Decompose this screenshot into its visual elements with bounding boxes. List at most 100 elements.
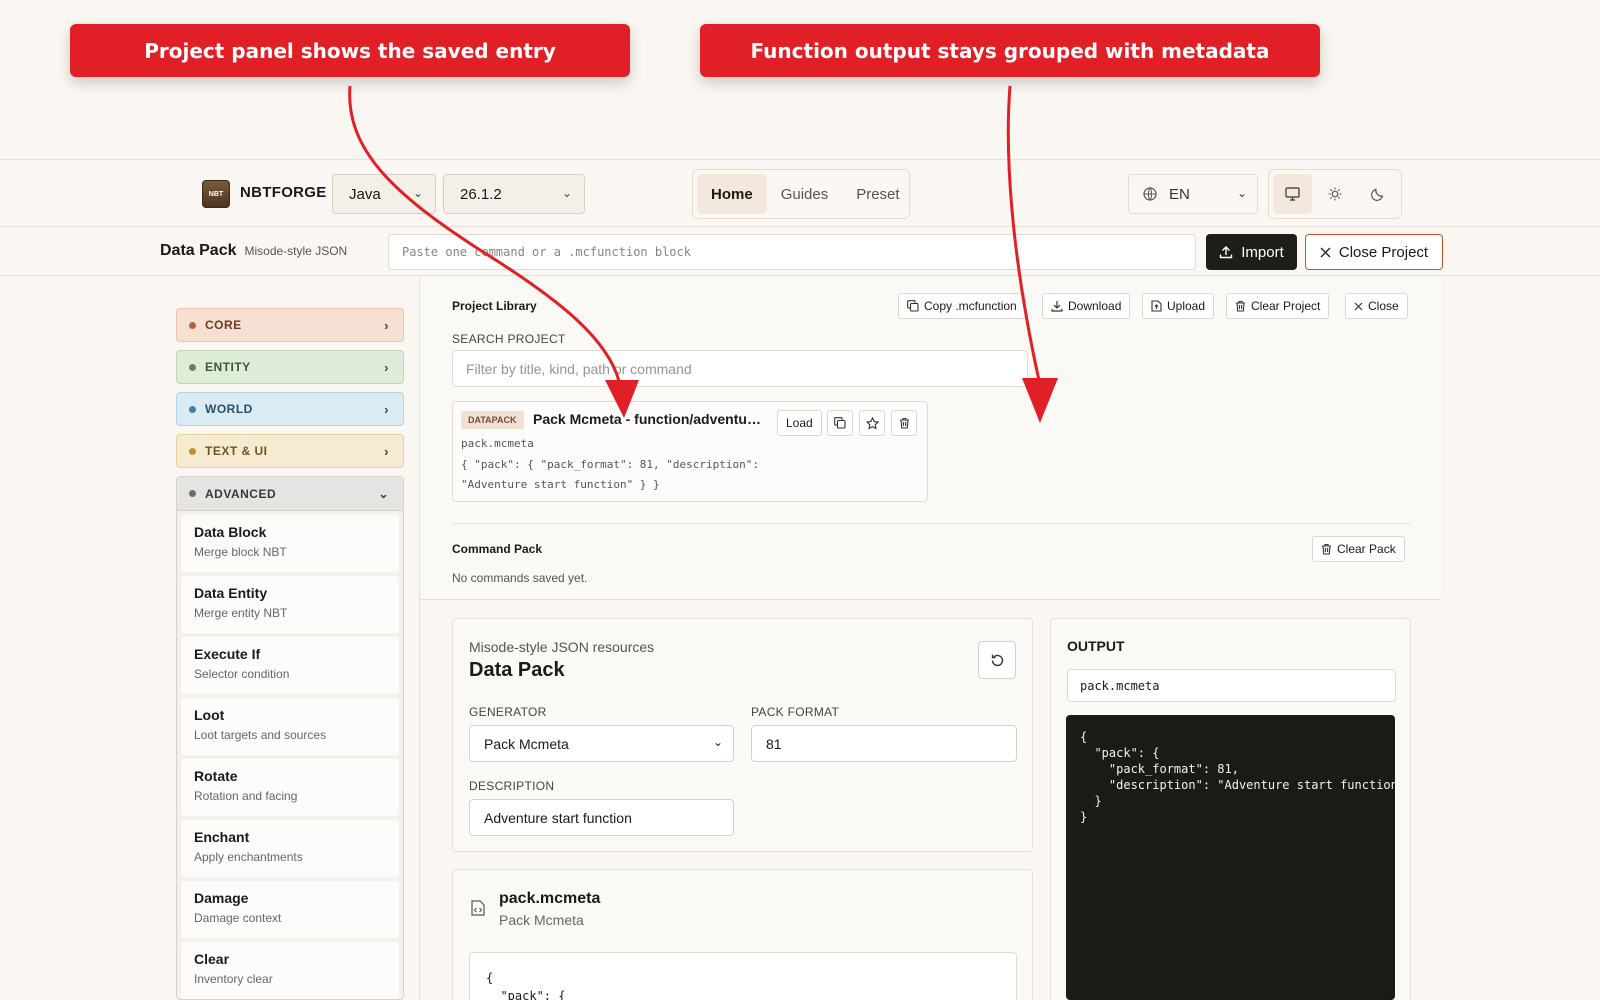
edition-select[interactable]: Java ⌄ [332,174,436,214]
chevron-down-icon: ⌄ [561,186,572,200]
project-library-title: Project Library [452,299,537,313]
close-library-button[interactable]: Close [1345,293,1408,319]
close-project-button[interactable]: Close Project [1305,234,1443,270]
upload-icon [1220,246,1233,259]
sidebar-item-enchant[interactable]: Enchant Apply enchantments [181,820,399,877]
file-title: pack.mcmeta [499,890,601,907]
upload-button[interactable]: Upload [1142,293,1215,319]
sidebar-item-loot[interactable]: Loot Loot targets and sources [181,698,399,755]
chevron-down-icon: ⌄ [412,186,423,200]
sidebar-item-damage[interactable]: Damage Damage context [181,881,399,938]
output-code[interactable]: { "pack": { "pack_format": 81, "descript… [1066,715,1395,1000]
category-text-ui[interactable]: TEXT & UI › [176,434,404,468]
chevron-right-icon: › [384,317,389,333]
nav-tab-preset[interactable]: Preset [842,174,913,214]
sidebar-item-clear[interactable]: Clear Inventory clear [181,942,399,999]
sidebar-item-rotate[interactable]: Rotate Rotation and facing [181,759,399,816]
chevron-down-icon: ⌄ [1236,186,1247,200]
sidebar-item-execute-if[interactable]: Execute If Selector condition [181,637,399,694]
brand-name[interactable]: NBTFORGE [240,184,327,201]
language-value: EN [1169,185,1190,203]
sidebar-item-data-block[interactable]: Data Block Merge block NBT [181,515,399,572]
command-pack-title: Command Pack [452,542,543,556]
chevron-right-icon: › [384,401,389,417]
moon-icon[interactable] [1358,174,1397,214]
language-select[interactable]: EN ⌄ [1128,174,1258,214]
close-icon [1354,302,1363,310]
description-label: DESCRIPTION [469,779,555,793]
chevron-down-icon: ⌄ [378,486,389,501]
chevron-right-icon: › [384,359,389,375]
monitor-icon[interactable] [1273,174,1312,214]
favorite-entry-button[interactable] [859,410,885,436]
generator-sidebar: CORE › ENTITY › WORLD › TEXT & UI › ADVANCED… [176,308,404,1000]
reset-icon [991,654,1003,666]
nav-tab-home[interactable]: Home [697,174,767,214]
main-nav: Home Guides Preset [692,169,910,219]
edition-value: Java [349,185,381,203]
generator-select[interactable]: Pack Mcmeta ⌄ [469,725,734,762]
file-upload-icon [1151,300,1162,312]
version-select[interactable]: 26.1.2 ⌄ [443,174,585,214]
nav-tab-guides[interactable]: Guides [767,174,843,214]
chevron-down-icon: ⌄ [712,735,723,749]
generator-card: Misode-style JSON resources Data Pack GE… [452,618,1033,852]
trash-icon [1236,300,1245,312]
generator-label: GENERATOR [469,705,547,719]
output-label: OUTPUT [1067,638,1125,654]
sun-icon[interactable] [1316,174,1355,214]
dot-icon [189,447,196,455]
category-advanced-header[interactable]: ADVANCED ⌄ [177,477,403,511]
entry-path: pack.mcmeta [461,437,534,450]
clear-project-button[interactable]: Clear Project [1226,293,1330,319]
clear-pack-button[interactable]: Clear Pack [1312,536,1405,562]
output-filename[interactable]: pack.mcmeta [1067,669,1396,702]
star-icon [865,416,879,430]
workspace-bar: Data Pack Misode-style JSON Paste one com… [0,228,1600,276]
library-divider [452,523,1410,524]
command-input[interactable]: Paste one command or a .mcfunction block [388,234,1196,270]
entry-kind-badge: DATAPACK [461,411,524,429]
entry-code-line-1: { "pack": { "pack_format": 81, "descript… [461,458,760,471]
file-preview-card: pack.mcmeta Pack Mcmeta { "pack": { [452,869,1033,1000]
download-icon [1051,301,1063,312]
entry-code-line-2: "Adventure start function" } } [461,478,660,491]
copy-entry-button[interactable] [827,410,853,436]
file-subtitle: Pack Mcmeta [499,912,584,928]
import-button[interactable]: Import [1206,234,1297,270]
category-entity[interactable]: ENTITY › [176,350,404,384]
category-advanced: ADVANCED ⌄ Data Block Merge block NBT Data… [176,476,404,1000]
file-code-line-2: "pack": { [486,989,566,1000]
dot-icon [189,321,196,329]
entry-title: Pack Mcmeta - function/adventure_start [533,411,765,427]
delete-entry-button[interactable] [891,410,917,436]
copy-icon [834,417,846,429]
workspace-title: Data Pack Misode-style JSON [160,242,348,259]
load-entry-button[interactable]: Load [777,410,822,436]
theme-switcher [1268,169,1402,219]
copy-mcfunction-button[interactable]: Copy .mcfunction [898,293,1026,319]
project-library-panel: Project Library Copy .mcfunction Downloa… [420,277,1441,600]
version-value: 26.1.2 [460,185,502,203]
file-code-line-1: { [486,971,494,985]
search-project-input[interactable]: Filter by title, kind, path or command [452,350,1028,387]
dot-icon [189,490,196,497]
pack-format-label: PACK FORMAT [751,705,840,719]
pack-format-input[interactable]: 81 [751,725,1017,762]
trash-icon [899,417,909,429]
category-core[interactable]: CORE › [176,308,404,342]
annotation-banner-right: Function output stays grouped with metad… [700,24,1320,77]
globe-icon [1143,187,1157,201]
dot-icon [189,363,196,371]
category-world[interactable]: WORLD › [176,392,404,426]
file-code-block: { "pack": { [469,952,1017,1000]
reset-button[interactable] [978,641,1016,679]
sidebar-item-data-entity[interactable]: Data Entity Merge entity NBT [181,576,399,633]
download-button[interactable]: Download [1042,293,1131,319]
brand-logo[interactable]: NBT [202,180,230,208]
copy-icon [907,300,919,312]
command-pack-empty: No commands saved yet. [452,571,588,585]
description-input[interactable]: Adventure start function [469,799,734,836]
workspace-subtitle: Misode-style JSON [244,244,348,258]
project-entry-card[interactable]: DATAPACK Pack Mcmeta - function/adventur… [452,401,928,502]
